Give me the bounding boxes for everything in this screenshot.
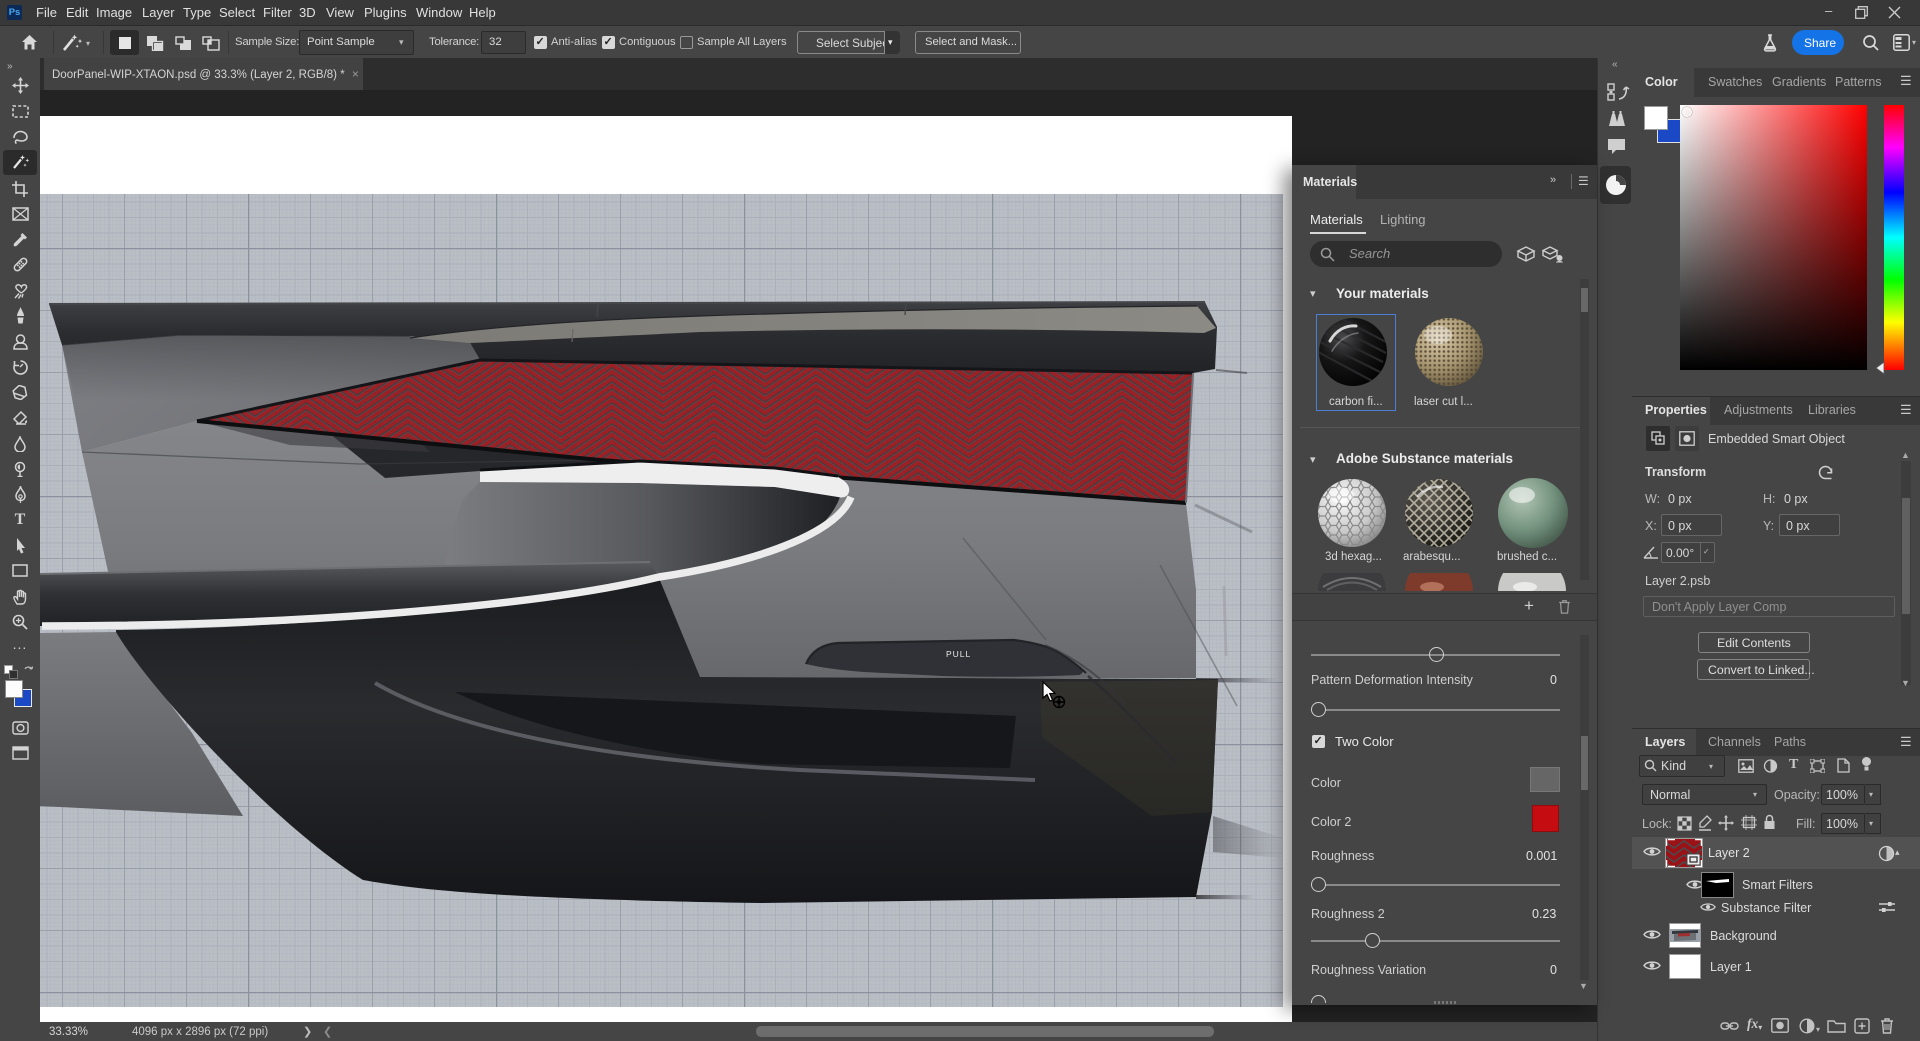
svg-text:PULL: PULL bbox=[946, 649, 971, 659]
